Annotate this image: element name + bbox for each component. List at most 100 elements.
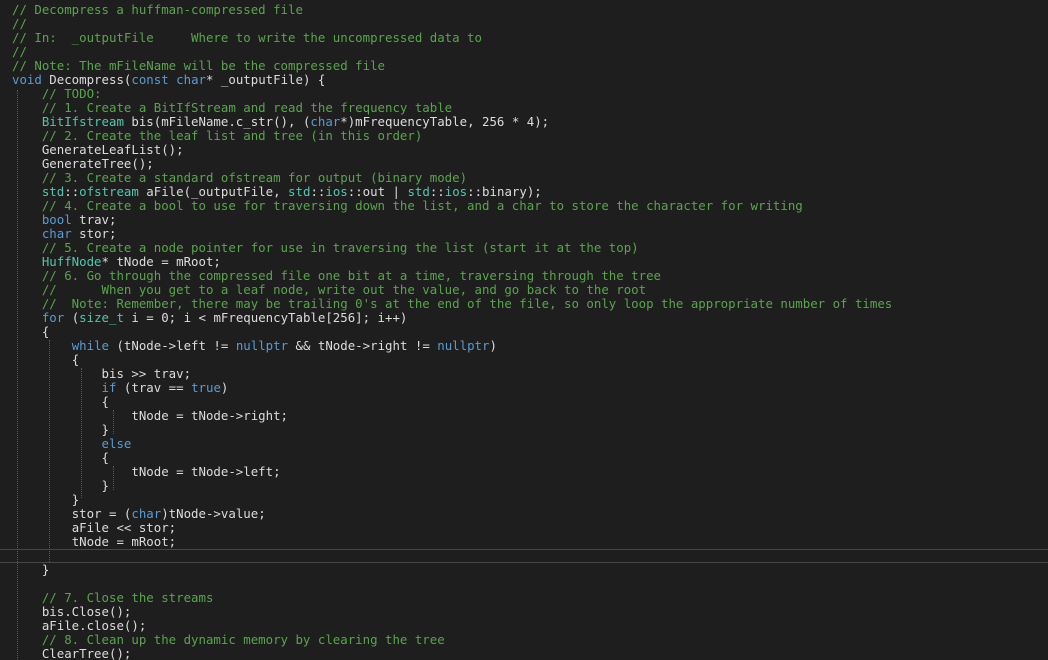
code-editor[interactable]: // Decompress a huffman-compressed file /… [0,0,1048,660]
code-line[interactable]: GenerateTree(); [12,157,154,171]
code-token: ios [325,184,348,199]
code-line[interactable]: // 4. Create a bool to use for traversin… [12,199,803,213]
code-line[interactable]: aFile << stor; [12,521,176,535]
code-token: // TODO: [41,86,102,101]
code-token: // 8. Clean up the dynamic memory by cle… [41,632,445,647]
code-line[interactable]: std::ofstream aFile(_outputFile, std::io… [12,185,542,199]
code-token: ) [489,338,497,353]
code-line[interactable]: } [12,479,109,493]
code-token: { [101,394,109,409]
code-line[interactable]: BitIfstream bis(mFileName.c_str(), (char… [12,115,549,129]
code-line[interactable]: HuffNode* tNode = mRoot; [12,255,221,269]
code-token: trav; [71,212,117,227]
code-line[interactable]: // In: _outputFile Where to write the un… [12,31,482,45]
code-line[interactable]: } [12,423,109,437]
code-line[interactable]: stor = (char)tNode->value; [12,507,266,521]
code-line[interactable]: // 1. Create a BitIfStream and read the … [12,101,452,115]
code-line[interactable]: tNode = mRoot; [12,535,176,549]
code-line[interactable]: bis.Close(); [12,604,132,619]
code-line[interactable]: ClearTree(); [12,646,132,660]
code-line[interactable]: GenerateLeafList(); [12,143,184,157]
code-line[interactable]: // 6. Go through the compressed file one… [12,269,661,283]
code-token: ::binary); [467,184,542,199]
code-line[interactable]: // 3. Create a standard ofstream for out… [12,171,467,185]
code-line[interactable]: // When you get to a leaf node, write ou… [12,283,646,297]
code-line[interactable]: else [12,436,132,451]
code-line[interactable]: aFile.close(); [12,619,146,633]
code-line[interactable]: // Decompress a huffman-compressed file [12,3,303,17]
code-line[interactable]: // [12,45,27,59]
code-token: aFile << stor; [71,520,177,535]
code-token: size_t [79,310,124,325]
code-token: GenerateLeafList(); [41,142,184,157]
code-line[interactable]: if (trav == true) [12,380,229,395]
code-line[interactable]: bis >> trav; [12,366,192,381]
code-token: * tNode = mRoot; [101,254,221,269]
code-line[interactable]: { [12,325,49,339]
code-token: } [101,422,109,437]
code-line[interactable]: bool trav; [12,212,117,227]
code-line[interactable]: } [12,493,79,507]
code-line[interactable]: } [12,563,49,577]
code-line[interactable]: // 2. Create the leaf list and tree (in … [12,129,422,143]
code-line[interactable]: // Note: The mFileName will be the compr… [12,59,385,73]
code-token: && tNode->right != [288,338,438,353]
code-line[interactable]: { [12,353,79,367]
code-token: bis(mFileName.c_str(), ( [123,114,311,129]
code-token: // 4. Create a bool to use for traversin… [41,198,803,213]
code-token: tNode = tNode->right; [131,408,289,423]
code-token: // 1. Create a BitIfStream and read the … [41,100,453,115]
code-token: bis >> trav; [101,366,192,381]
code-token: // When you get to a leaf node, write ou… [41,282,647,297]
code-line[interactable]: tNode = tNode->left; [12,465,280,479]
code-token: char [310,114,341,129]
code-token: // In: _outputFile Where to write the un… [12,30,482,45]
code-token: std [41,184,65,199]
code-token: // 6. Go through the compressed file one… [41,268,662,283]
code-token: bool [41,212,72,227]
code-token: { [101,450,109,465]
code-token: true [191,380,221,395]
code-line[interactable]: // 8. Clean up the dynamic memory by cle… [12,633,445,647]
code-line[interactable]: // 5. Create a node pointer for use in t… [12,241,639,255]
code-line[interactable]: // [12,17,27,31]
code-token: // 5. Create a node pointer for use in t… [41,240,639,255]
code-token: ios [444,184,468,199]
code-token: // [12,44,27,59]
code-line[interactable]: // Note: Remember, there may be trailing… [12,297,892,311]
code-line[interactable]: char stor; [12,227,117,241]
code-token: const [131,72,169,87]
code-line[interactable]: // 7. Close the streams [12,590,214,605]
code-line[interactable]: // TODO: [12,87,102,101]
code-line[interactable]: void Decompress(const char* _outputFile)… [12,73,325,87]
code-line[interactable]: while (tNode->left != nullptr && tNode->… [12,339,497,353]
code-token: for [41,310,65,325]
code-token: void [12,72,42,87]
code-token: nullptr [437,338,490,353]
code-token: ofstream [79,184,139,199]
code-line[interactable]: tNode = tNode->right; [12,409,288,423]
code-line[interactable]: { [12,451,109,465]
code-line[interactable]: { [12,395,109,409]
code-line[interactable]: for (size_t i = 0; i < mFrequencyTable[2… [12,310,408,325]
code-token: :: [64,184,80,199]
code-token: HuffNode [41,254,102,269]
code-token: char [176,72,206,87]
